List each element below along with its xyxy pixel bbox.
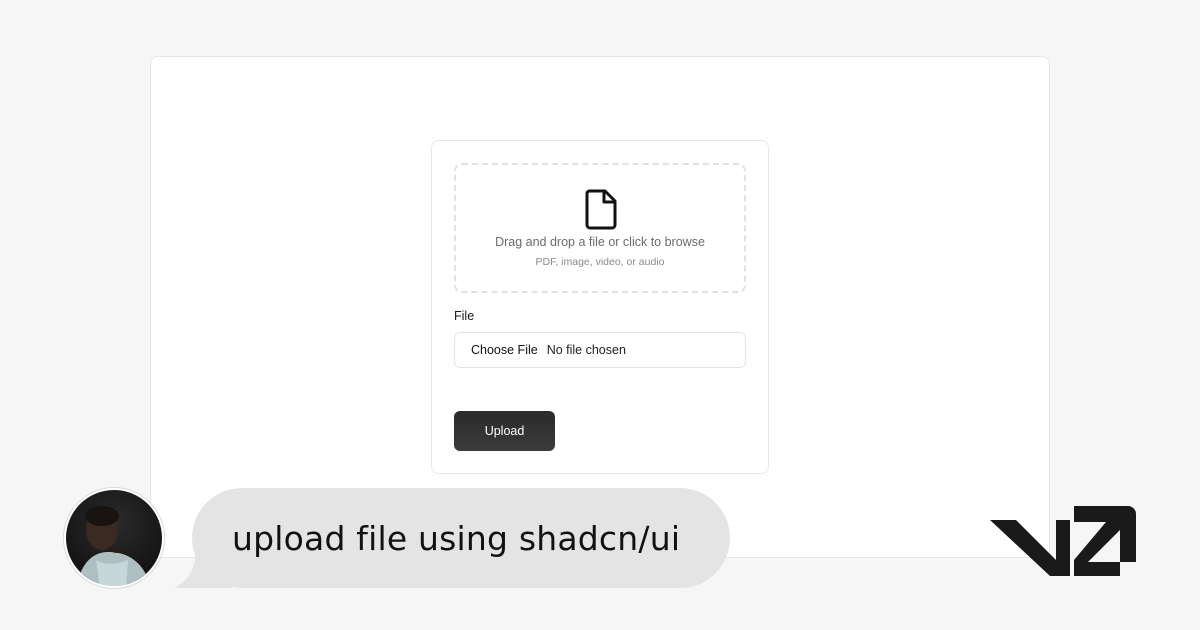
file-input[interactable]: Choose File No file chosen [454, 332, 746, 368]
user-avatar [64, 488, 164, 588]
chat-bubble: upload file using shadcn/ui [192, 488, 730, 588]
file-icon [585, 189, 617, 230]
prompt-text: upload file using shadcn/ui [232, 518, 681, 558]
choose-file-button[interactable]: Choose File [471, 343, 538, 357]
dropzone-title: Drag and drop a file or click to browse [495, 235, 705, 249]
v0-logo [990, 506, 1136, 576]
upload-card: Drag and drop a file or click to browse … [431, 140, 769, 474]
og-image: Drag and drop a file or click to browse … [0, 0, 1200, 630]
dropzone-hint: PDF, image, video, or audio [535, 256, 665, 268]
file-status-text: No file chosen [546, 343, 626, 357]
dropzone[interactable]: Drag and drop a file or click to browse … [454, 163, 746, 293]
upload-button[interactable]: Upload [454, 411, 555, 451]
avatar-photo [76, 506, 151, 586]
file-field-label: File [454, 309, 475, 323]
